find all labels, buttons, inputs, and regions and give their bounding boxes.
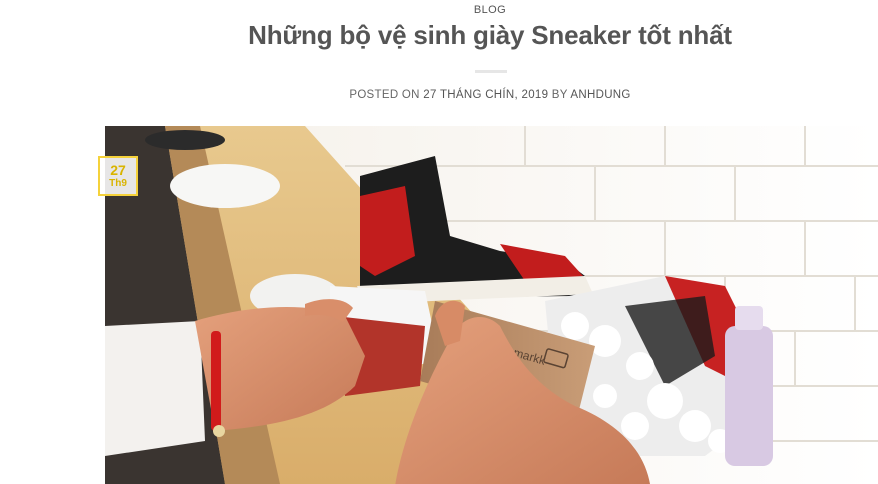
date-badge: 27 Th9 bbox=[98, 156, 138, 196]
title-divider bbox=[475, 70, 507, 73]
post-date-link[interactable]: 27 THÁNG CHÍN, 2019 bbox=[423, 89, 548, 101]
category-link[interactable]: BLOG bbox=[474, 4, 506, 16]
by-label: BY bbox=[551, 89, 568, 101]
post-category: BLOG bbox=[0, 4, 878, 16]
featured-image[interactable]: jasonmarkk bbox=[105, 126, 878, 484]
author-link[interactable]: ANHDUNG bbox=[570, 89, 630, 101]
post-title: Những bộ vệ sinh giày Sneaker tốt nhất bbox=[248, 20, 732, 50]
post-meta: POSTED ON 27 THÁNG CHÍN, 2019 BY ANHDUNG bbox=[0, 89, 878, 101]
date-badge-month: Th9 bbox=[109, 178, 127, 189]
posted-on-label: POSTED ON bbox=[349, 89, 420, 101]
featured-image-illustration: jasonmarkk bbox=[105, 126, 878, 484]
date-badge-day: 27 bbox=[110, 162, 126, 178]
